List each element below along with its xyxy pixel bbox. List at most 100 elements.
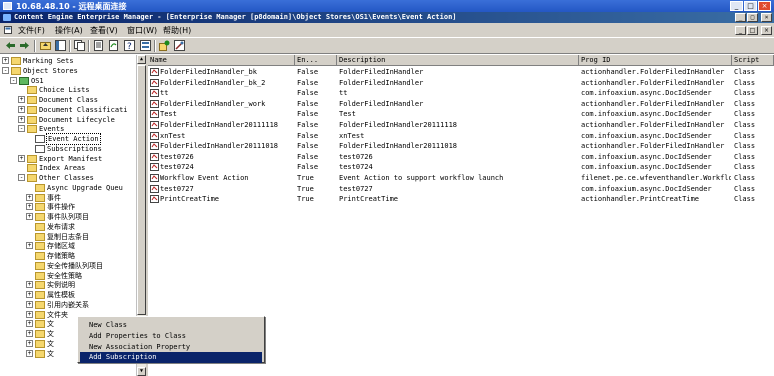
table-row[interactable]: FolderFiledInHandler20111118 False FolderF…: [148, 120, 774, 130]
expand-icon[interactable]: +: [2, 57, 9, 64]
expand-icon[interactable]: +: [18, 106, 25, 113]
collapse-icon[interactable]: -: [18, 125, 25, 132]
cell-progid: com.infoaxium.async.DocIdSender: [581, 110, 712, 119]
cell-description: Test: [339, 110, 356, 119]
expand-icon[interactable]: +: [26, 242, 33, 249]
column-progid-header[interactable]: Prog ID: [579, 55, 732, 66]
column-script-header[interactable]: Script: [732, 55, 774, 66]
app-maximize-button[interactable]: □: [747, 13, 758, 22]
app-minimize-button[interactable]: _: [735, 13, 746, 22]
table-row[interactable]: xnTest False xnTest com.infoaxium.async.Doc…: [148, 131, 774, 141]
scroll-up-icon[interactable]: ▲: [137, 55, 146, 64]
expand-icon[interactable]: +: [18, 116, 25, 123]
inner-close-button[interactable]: ×: [761, 26, 772, 35]
folder-icon: [35, 213, 45, 221]
tree-node-label: Object Stores: [23, 67, 78, 75]
expand-icon[interactable]: +: [26, 330, 33, 337]
table-row[interactable]: test0727 True test0727 com.infoaxium.async.…: [148, 184, 774, 194]
cell-script: Class: [734, 89, 756, 98]
app-close-button[interactable]: ×: [761, 13, 772, 22]
table-row[interactable]: tt False tt com.infoaxium.async.DocIdSender…: [148, 88, 774, 98]
cell-description: PrintCreatTime: [339, 195, 399, 204]
column-enabled-header[interactable]: En...: [295, 55, 337, 66]
expand-icon[interactable]: +: [26, 203, 33, 210]
rdp-maximize-button[interactable]: □: [744, 1, 757, 11]
column-description-header[interactable]: Description: [337, 55, 579, 66]
table-row[interactable]: FolderFiledInHandler_bk False FolderFiledI…: [148, 67, 774, 77]
menu-view[interactable]: 查看(V): [90, 25, 118, 36]
copy-icon[interactable]: [74, 40, 85, 51]
folder-icon: [35, 272, 45, 280]
event-action-icon: [150, 78, 159, 87]
folder-icon: [35, 281, 45, 289]
cell-script: Class: [734, 68, 756, 76]
folder-icon: [35, 340, 45, 348]
cell-name: FolderFiledInHandler_bk_2: [160, 78, 266, 87]
menu-window[interactable]: 窗口(W): [127, 25, 157, 36]
collapse-icon[interactable]: -: [2, 67, 9, 74]
expand-icon[interactable]: +: [26, 291, 33, 298]
tools-icon[interactable]: [174, 40, 185, 51]
expand-icon[interactable]: +: [26, 320, 33, 327]
event-class-icon: [35, 145, 45, 153]
menu-help[interactable]: 帮助(H): [163, 25, 191, 36]
expand-icon[interactable]: +: [26, 340, 33, 347]
table-row[interactable]: FolderFiledInHandler_work False FolderFile…: [148, 99, 774, 109]
folder-icon: [27, 106, 37, 114]
column-name-header[interactable]: Name: [148, 55, 295, 66]
rdp-minimize-button[interactable]: _: [730, 1, 743, 11]
inner-restore-button[interactable]: □: [747, 26, 758, 35]
expand-icon[interactable]: +: [26, 281, 33, 288]
table-row[interactable]: Workflow Event Action True Event Action to…: [148, 173, 774, 183]
export-list-icon[interactable]: [140, 40, 151, 51]
menu-item-add-properties[interactable]: Add Properties to Class: [80, 331, 262, 342]
inner-minimize-button[interactable]: _: [735, 26, 746, 35]
folder-icon: [27, 96, 37, 104]
cell-description: tt: [339, 89, 348, 98]
menu-file[interactable]: 文件(F): [18, 25, 45, 36]
menu-item-add-subscription[interactable]: Add Subscription: [80, 352, 262, 363]
rdp-close-button[interactable]: ×: [758, 1, 771, 11]
cell-name: FolderFiledInHandler_work: [160, 99, 266, 108]
menu-item-new-class[interactable]: New Class: [80, 320, 262, 331]
cell-name: test0727: [160, 184, 194, 193]
expand-icon[interactable]: +: [26, 301, 33, 308]
folder-icon: [27, 116, 37, 124]
table-row[interactable]: FolderFiledInHandler20111018 False FolderF…: [148, 141, 774, 151]
expand-icon[interactable]: +: [26, 350, 33, 357]
new-item-icon[interactable]: [159, 40, 170, 51]
expand-icon[interactable]: +: [26, 213, 33, 220]
help-icon[interactable]: ?: [124, 40, 135, 51]
object-store-icon: [19, 77, 29, 85]
table-row[interactable]: test0726 False test0726 com.infoaxium.async…: [148, 152, 774, 162]
expand-icon[interactable]: +: [26, 194, 33, 201]
menu-action[interactable]: 操作(A): [55, 25, 83, 36]
cell-script: Class: [734, 142, 756, 151]
cell-description: test0727: [339, 184, 373, 193]
menu-bar: 文件(F) 操作(A) 查看(V) 窗口(W) 帮助(H) _ □ ×: [0, 23, 774, 37]
cell-progid: actionhandler.FolderFiledInHandler: [581, 121, 725, 129]
up-folder-icon[interactable]: [40, 40, 51, 51]
scroll-down-icon[interactable]: ▼: [137, 367, 146, 376]
back-arrow-icon[interactable]: [5, 40, 16, 51]
table-row[interactable]: test0724 False test0724 com.infoaxium.async…: [148, 162, 774, 172]
cell-enabled: False: [297, 78, 319, 87]
properties-icon[interactable]: [93, 40, 104, 51]
collapse-icon[interactable]: -: [10, 77, 17, 84]
expand-icon[interactable]: +: [26, 311, 33, 318]
expand-icon[interactable]: +: [18, 155, 25, 162]
table-row[interactable]: Test False Test com.infoaxium.async.DocIdSe…: [148, 109, 774, 119]
show-tree-icon[interactable]: [55, 40, 66, 51]
folder-icon: [35, 242, 45, 250]
collapse-icon[interactable]: -: [18, 174, 25, 181]
cell-description: FolderFiledInHandler20111118: [339, 121, 458, 129]
table-row[interactable]: PrintCreatTime True PrintCreatTime actionha…: [148, 194, 774, 204]
refresh-icon[interactable]: [108, 40, 119, 51]
context-menu: New Class Add Properties to Class New As…: [77, 316, 265, 363]
forward-arrow-icon[interactable]: [19, 40, 30, 51]
expand-icon[interactable]: +: [18, 96, 25, 103]
scroll-thumb[interactable]: [137, 65, 146, 315]
cell-script: Class: [734, 99, 756, 108]
table-row[interactable]: FolderFiledInHandler_bk_2 False FolderFile…: [148, 78, 774, 88]
event-action-icon: [150, 195, 159, 204]
